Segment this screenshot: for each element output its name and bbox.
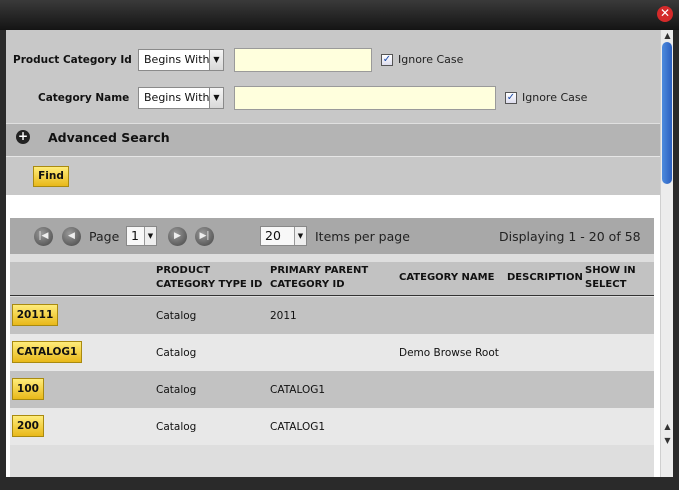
lookup-dialog: Product Category Id Begins With ▼ ✓ Igno…: [6, 30, 673, 477]
search-form: Product Category Id Begins With ▼ ✓ Igno…: [6, 30, 660, 195]
table-row: 20111 Catalog 2011: [10, 297, 654, 334]
previous-page-icon[interactable]: ◀: [62, 227, 81, 246]
next-page-icon[interactable]: ▶: [168, 227, 187, 246]
header-line: CATEGORY TYPE ID: [156, 279, 263, 290]
items-per-page-label: Items per page: [315, 229, 410, 244]
advanced-search-toggle[interactable]: + Advanced Search: [6, 123, 660, 157]
page-select[interactable]: 1 ▼: [126, 226, 157, 246]
find-button[interactable]: Find: [33, 166, 69, 187]
scrollbar-thumb[interactable]: [662, 42, 672, 184]
window-titlebar: ✕: [0, 0, 679, 30]
scroll-down-icon[interactable]: ▼: [662, 436, 673, 447]
dialog-scrollbar[interactable]: ▲ ▲ ▼: [660, 30, 673, 477]
table-row: 100 Catalog CATALOG1: [10, 371, 654, 408]
ignore-case-label: Ignore Case: [522, 91, 588, 104]
header-description: DESCRIPTION: [507, 271, 583, 285]
category-name-label: Category Name: [38, 92, 130, 104]
cell-parent: CATALOG1: [270, 421, 326, 433]
header-line: DESCRIPTION: [507, 272, 583, 283]
items-per-page-select[interactable]: 20 ▼: [260, 226, 307, 246]
header-line: SELECT: [585, 279, 627, 290]
table-row: CATALOG1 Catalog Demo Browse Root: [10, 334, 654, 371]
header-line: CATEGORY NAME: [399, 272, 495, 283]
header-line: CATEGORY ID: [270, 279, 345, 290]
header-primary-parent-category-id: PRIMARY PARENT CATEGORY ID: [270, 264, 368, 292]
chevron-down-icon: ▼: [144, 227, 156, 245]
cell-name: Demo Browse Root: [399, 347, 499, 359]
operator-value: Begins With: [144, 53, 210, 66]
header-product-category-type-id: PRODUCT CATEGORY TYPE ID: [156, 264, 262, 292]
category-id-button[interactable]: CATALOG1: [12, 341, 82, 363]
category-name-operator-select[interactable]: Begins With ▼: [138, 87, 224, 109]
chevron-down-icon: ▼: [294, 227, 306, 245]
cell-parent: CATALOG1: [270, 384, 326, 396]
cell-type: Catalog: [156, 310, 197, 322]
pagination-bar: |◀ ◀ Page 1 ▼ ▶ ▶| 20 ▼ Items per page D…: [10, 218, 654, 254]
product-category-id-operator-select[interactable]: Begins With ▼: [138, 49, 224, 71]
results-panel: |◀ ◀ Page 1 ▼ ▶ ▶| 20 ▼ Items per page D…: [10, 218, 654, 477]
category-id-button[interactable]: 200: [12, 415, 44, 437]
category-name-input[interactable]: [234, 86, 496, 110]
product-category-id-label: Product Category Id: [13, 54, 132, 66]
product-category-id-input[interactable]: [234, 48, 372, 72]
category-name-ignore-case-checkbox[interactable]: ✓: [505, 92, 517, 104]
cell-type: Catalog: [156, 384, 197, 396]
page-select-value: 1: [131, 228, 139, 243]
table-header: PRODUCT CATEGORY TYPE ID PRIMARY PARENT …: [10, 262, 654, 296]
cell-parent: 2011: [270, 310, 297, 322]
table-row: 200 Catalog CATALOG1: [10, 408, 654, 445]
header-line: PRIMARY PARENT: [270, 265, 369, 276]
scroll-up-icon[interactable]: ▲: [662, 31, 673, 42]
displaying-count: Displaying 1 - 20 of 58: [499, 229, 641, 244]
advanced-search-label: Advanced Search: [48, 130, 170, 145]
chevron-down-icon: ▼: [209, 50, 223, 70]
header-show-in-select: SHOW IN SELECT: [585, 264, 636, 292]
header-line: SHOW IN: [585, 265, 636, 276]
cell-type: Catalog: [156, 347, 197, 359]
first-page-icon[interactable]: |◀: [34, 227, 53, 246]
header-line: PRODUCT: [156, 265, 211, 276]
product-category-id-ignore-case-checkbox[interactable]: ✓: [381, 54, 393, 66]
category-id-button[interactable]: 100: [12, 378, 44, 400]
page-label: Page: [89, 229, 120, 244]
plus-circle-icon: +: [16, 129, 30, 144]
cell-type: Catalog: [156, 421, 197, 433]
header-category-name: CATEGORY NAME: [399, 271, 494, 285]
items-per-page-value: 20: [265, 228, 281, 243]
scroll-up-icon[interactable]: ▲: [662, 422, 673, 433]
category-id-button[interactable]: 20111: [12, 304, 58, 326]
operator-value: Begins With: [144, 91, 210, 104]
close-icon[interactable]: ✕: [657, 6, 673, 22]
chevron-down-icon: ▼: [209, 88, 223, 108]
last-page-icon[interactable]: ▶|: [195, 227, 214, 246]
ignore-case-label: Ignore Case: [398, 53, 464, 66]
